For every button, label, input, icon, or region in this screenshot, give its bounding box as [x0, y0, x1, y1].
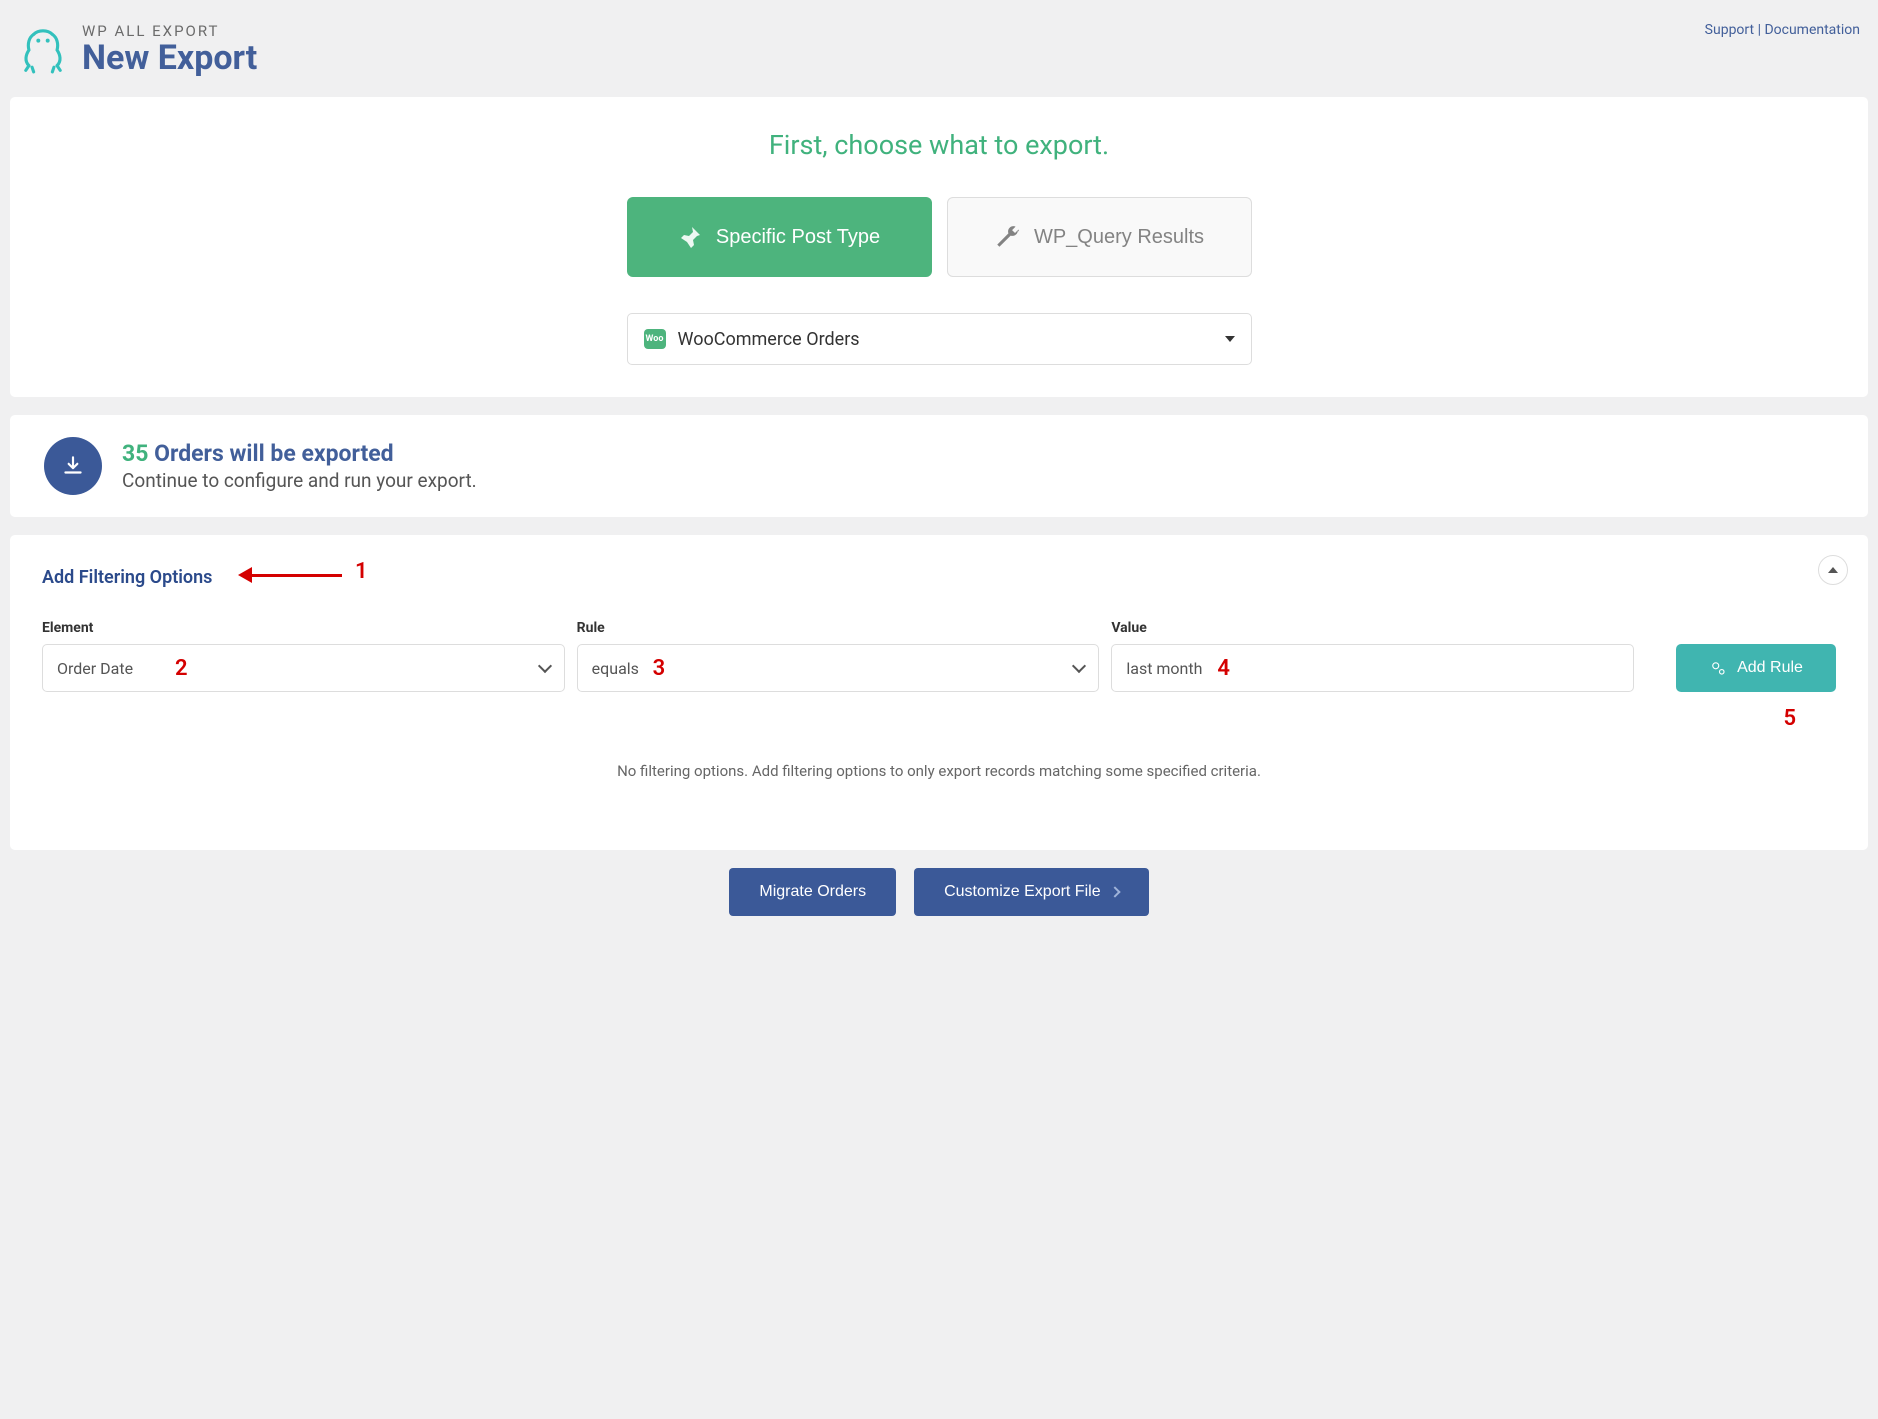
collapse-button[interactable] — [1818, 555, 1848, 585]
annotation-1: 1 — [355, 559, 368, 584]
chevron-up-icon — [1828, 567, 1838, 573]
annotation-arrow-1 — [238, 567, 342, 583]
post-type-select[interactable]: Woo WooCommerce Orders — [627, 313, 1252, 365]
documentation-link[interactable]: Documentation — [1764, 22, 1860, 38]
summary-title: 35 Orders will be exported — [122, 440, 477, 467]
support-link[interactable]: Support — [1705, 22, 1754, 38]
wrench-icon — [994, 224, 1020, 250]
choose-panel: First, choose what to export. Specific P… — [10, 97, 1868, 397]
value-label: Value — [1111, 620, 1634, 636]
element-select[interactable]: Order Date 2 — [42, 644, 565, 692]
header-links: Support | Documentation — [1705, 22, 1860, 38]
pin-icon — [678, 225, 702, 249]
post-type-select-label: WooCommerce Orders — [678, 329, 1225, 350]
filter-panel: Add Filtering Options 1 Element Order Da… — [10, 535, 1868, 850]
wp-query-results-button[interactable]: WP_Query Results — [947, 197, 1252, 277]
woo-icon: Woo — [644, 329, 666, 349]
chevron-down-icon — [1225, 336, 1235, 342]
annotation-2: 2 — [175, 656, 188, 681]
add-rule-button[interactable]: Add Rule — [1676, 644, 1836, 692]
page-header: WP ALL EXPORT New Export Support | Docum… — [10, 10, 1868, 97]
gears-icon — [1709, 659, 1727, 677]
rule-select[interactable]: equals 3 — [577, 644, 1100, 692]
rule-label: Rule — [577, 620, 1100, 636]
summary-subtitle: Continue to configure and run your expor… — [122, 469, 477, 492]
specific-post-type-button[interactable]: Specific Post Type — [627, 197, 932, 277]
page-title: New Export — [82, 40, 257, 77]
download-icon — [60, 453, 86, 479]
chevron-right-icon — [1109, 887, 1120, 898]
download-badge — [44, 437, 102, 495]
choose-heading: First, choose what to export. — [42, 129, 1836, 161]
no-filters-text: No filtering options. Add filtering opti… — [42, 762, 1836, 780]
element-label: Element — [42, 620, 565, 636]
chevron-down-icon — [538, 659, 552, 673]
migrate-orders-button[interactable]: Migrate Orders — [729, 868, 896, 916]
summary-panel: 35 Orders will be exported Continue to c… — [10, 415, 1868, 517]
annotation-5: 5 — [1783, 706, 1796, 731]
customize-export-button[interactable]: Customize Export File — [914, 868, 1149, 916]
chevron-down-icon — [1072, 659, 1086, 673]
filter-heading: Add Filtering Options — [42, 567, 212, 588]
value-input[interactable]: last month 4 — [1111, 644, 1634, 692]
footer-buttons: Migrate Orders Customize Export File — [10, 868, 1868, 920]
annotation-3: 3 — [653, 656, 666, 681]
annotation-4: 4 — [1217, 656, 1230, 681]
octopus-logo — [18, 25, 68, 75]
